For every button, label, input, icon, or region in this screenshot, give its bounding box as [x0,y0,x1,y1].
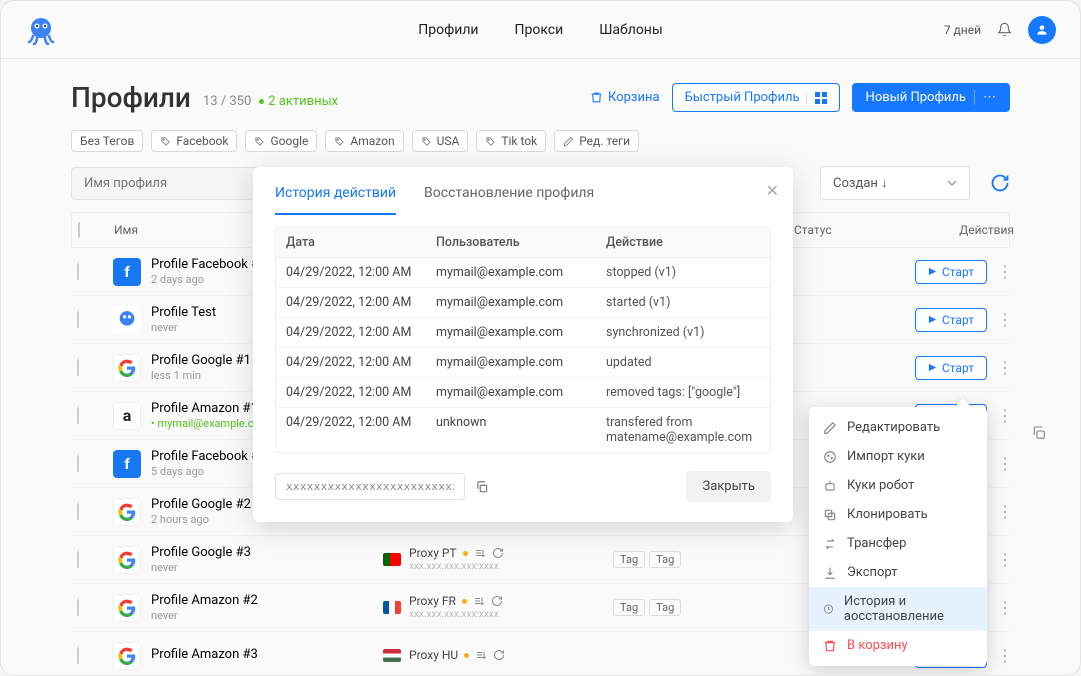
history-row: 04/29/2022, 12:00 AMmymail@example.comst… [276,288,770,318]
ctx-edit[interactable]: Редактировать [809,413,987,442]
mcol-user: Пользователь [436,235,606,250]
ctx-cookie-robot[interactable]: Куки робот [809,471,987,500]
close-icon[interactable]: ✕ [766,181,779,200]
history-row: 04/29/2022, 12:00 AMmymail@example.comsy… [276,318,770,348]
history-row: 04/29/2022, 12:00 AMmymail@example.comst… [276,258,770,288]
tab-history[interactable]: История действий [275,185,396,215]
ctx-export[interactable]: Экспорт [809,558,987,587]
history-row: 04/29/2022, 12:00 AMunknowntransfered fr… [276,408,770,452]
copy-icon[interactable] [475,480,489,494]
history-row: 04/29/2022, 12:00 AMmymail@example.comup… [276,348,770,378]
ctx-clone[interactable]: Клонировать [809,500,987,529]
ctx-trash[interactable]: В корзину [809,631,987,660]
ctx-import-cookie[interactable]: Импорт куки [809,442,987,471]
hash-field[interactable] [275,473,465,500]
history-row: 04/29/2022, 12:00 AMmymail@example.comre… [276,378,770,408]
mcol-action: Действие [606,235,760,250]
ctx-history[interactable]: История и аосстановление [809,587,987,631]
tab-restore[interactable]: Восстановление профиля [424,185,594,215]
copy-float-icon[interactable] [1031,425,1047,441]
close-button[interactable]: Закрыть [686,471,771,502]
context-menu: Редактировать Импорт куки Куки робот Кло… [809,407,987,666]
ctx-transfer[interactable]: Трансфер [809,529,987,558]
history-modal: ✕ История действий Восстановление профил… [253,167,793,522]
mcol-date: Дата [286,235,436,250]
